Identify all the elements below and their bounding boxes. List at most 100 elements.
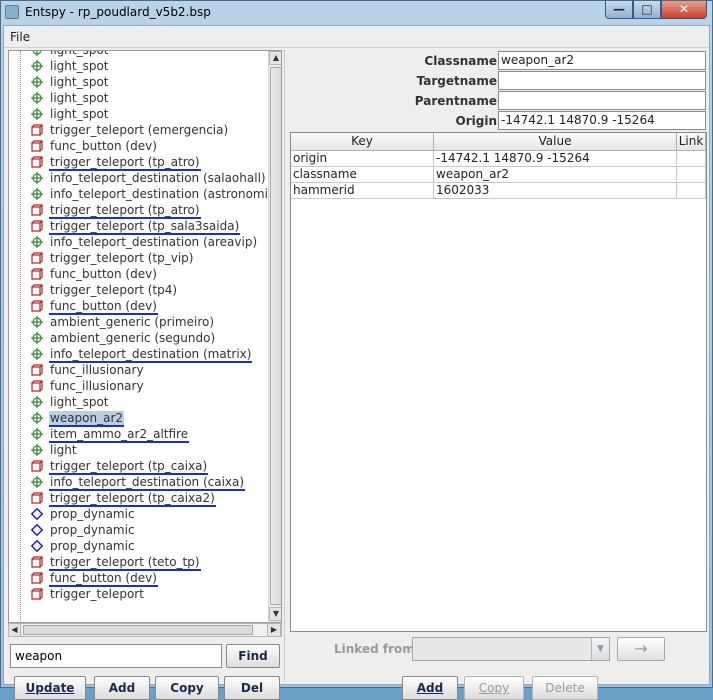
pane-splitter[interactable] xyxy=(284,50,288,682)
horizontal-scroll-thumb[interactable] xyxy=(23,625,253,635)
crosshair-icon xyxy=(31,332,43,344)
parentname-field[interactable] xyxy=(498,91,706,110)
tree-item[interactable]: weapon_ar2 xyxy=(9,410,265,427)
chevron-down-icon[interactable]: ▼ xyxy=(591,638,609,660)
tree-item-label: func_button (dev) xyxy=(49,571,158,587)
tree-item[interactable]: trigger_teleport (tp_vip) xyxy=(9,250,265,266)
scroll-left-button[interactable]: ◀ xyxy=(8,623,21,637)
tree-item[interactable]: info_teleport_destination (caixa) xyxy=(9,474,265,491)
classname-field[interactable]: weapon_ar2 xyxy=(498,51,706,70)
scroll-thumb[interactable] xyxy=(270,67,281,605)
tree-item[interactable]: func_illusionary xyxy=(9,378,265,394)
tree-item[interactable]: trigger_teleport (teto_tp) xyxy=(9,554,265,571)
tree-item[interactable]: light_spot xyxy=(9,74,265,90)
tree-item[interactable]: prop_dynamic xyxy=(9,506,265,522)
tree-item[interactable]: prop_dynamic xyxy=(9,522,265,538)
add-keyvalue-button[interactable]: Add xyxy=(402,676,458,700)
tree-item[interactable]: light_spot xyxy=(9,394,265,410)
tree-item[interactable]: trigger_teleport (emergencia) xyxy=(9,122,265,138)
targetname-field[interactable] xyxy=(498,71,706,90)
origin-field[interactable]: -14742.1 14870.9 -15264 xyxy=(498,111,706,130)
cube-icon xyxy=(31,220,43,232)
search-input[interactable] xyxy=(10,644,222,668)
tree-item[interactable]: item_ammo_ar2_altfire xyxy=(9,426,265,443)
go-to-link-button[interactable]: → xyxy=(617,637,665,661)
column-header-key[interactable]: Key xyxy=(291,133,434,151)
tree-item-label: light_spot xyxy=(50,395,109,409)
update-button[interactable]: Update xyxy=(14,676,86,700)
tree-item[interactable]: prop_dynamic xyxy=(9,538,265,554)
tree-item[interactable]: func_illusionary xyxy=(9,362,265,378)
horizontal-scrollbar[interactable]: ◀ ▶ xyxy=(8,623,282,637)
tree-item[interactable]: trigger_teleport (tp_caixa) xyxy=(9,458,265,475)
tree-item[interactable]: light xyxy=(9,442,265,458)
table-cell-value[interactable]: 1602033 xyxy=(434,183,677,199)
scroll-up-button[interactable]: ▲ xyxy=(269,51,281,65)
tree-item[interactable]: trigger_teleport (tp_caixa2) xyxy=(9,490,265,507)
tree-item-label: func_illusionary xyxy=(50,379,144,393)
tree-item[interactable]: trigger_teleport (tp_sala3saida) xyxy=(9,218,265,235)
add-entity-button[interactable]: Add xyxy=(94,676,150,700)
cube-icon xyxy=(31,492,43,504)
cube-icon xyxy=(31,300,43,312)
tree-item-label: func_button (dev) xyxy=(49,299,158,315)
tree-item[interactable]: trigger_teleport (tp_atro) xyxy=(9,202,265,219)
tree-item-label: func_illusionary xyxy=(50,363,144,377)
entity-tree[interactable]: light_spot light_spot light_spot light_spot… xyxy=(8,50,282,623)
tree-item[interactable]: light_spot xyxy=(9,90,265,106)
tree-item[interactable]: func_button (dev) xyxy=(9,298,265,315)
table-cell-value[interactable]: -14742.1 14870.9 -15264 xyxy=(434,151,677,167)
tree-item-label: trigger_teleport (tp_caixa2) xyxy=(49,491,216,507)
close-button[interactable]: ✕ xyxy=(661,1,707,19)
tree-item-label: light_spot xyxy=(50,91,109,105)
tree-item[interactable]: light_spot xyxy=(9,58,265,74)
tree-item[interactable]: info_teleport_destination (salaohall) xyxy=(9,170,266,186)
column-header-link[interactable]: Link xyxy=(677,133,706,151)
table-cell-key[interactable]: classname xyxy=(291,167,434,183)
scroll-right-button[interactable]: ▶ xyxy=(267,623,281,637)
table-cell-link[interactable] xyxy=(677,151,706,167)
parentname-label: Parentname xyxy=(414,94,497,108)
cube-icon xyxy=(31,364,43,376)
tree-item[interactable]: ambient_generic (segundo) xyxy=(9,330,265,346)
tree-item[interactable]: func_button (dev) xyxy=(9,138,265,154)
tree-item[interactable]: light_spot xyxy=(9,106,265,122)
column-header-value[interactable]: Value xyxy=(434,133,677,151)
vertical-scrollbar[interactable]: ▲ ▼ xyxy=(268,51,281,622)
tree-item[interactable]: trigger_teleport xyxy=(9,586,265,602)
title-bar[interactable]: Entspy - rp_poudlard_v5b2.bsp — □ ✕ xyxy=(1,1,712,25)
maximize-button[interactable]: □ xyxy=(633,1,661,19)
tree-item-label: info_teleport_destination (caixa) xyxy=(49,475,246,491)
entity-pane: light_spot light_spot light_spot light_spot… xyxy=(6,50,282,700)
tree-item-label: light xyxy=(50,443,77,457)
tree-item[interactable]: light_spot xyxy=(9,51,265,58)
tree-item-label: prop_dynamic xyxy=(50,507,135,521)
find-button[interactable]: Find xyxy=(226,644,280,668)
copy-keyvalue-button[interactable]: Copy xyxy=(464,676,524,700)
tree-item[interactable]: info_teleport_destination (matrix) xyxy=(9,346,265,363)
keyvalue-table[interactable]: Key Value Link origin -14742.1 14870.9 -… xyxy=(290,132,707,632)
delete-keyvalue-button[interactable]: Delete xyxy=(532,676,598,700)
tree-item[interactable]: ambient_generic (primeiro) xyxy=(9,314,265,330)
table-cell-link[interactable] xyxy=(677,167,706,183)
crosshair-icon xyxy=(31,92,43,104)
tree-item[interactable]: info_teleport_destination (areavip) xyxy=(9,234,265,250)
scroll-down-button[interactable]: ▼ xyxy=(269,607,281,621)
arrow-right-icon: → xyxy=(634,639,648,658)
table-cell-key[interactable]: hammerid xyxy=(291,183,434,199)
copy-entity-button[interactable]: Copy xyxy=(155,676,219,700)
tree-item-label: info_teleport_destination (matrix) xyxy=(49,347,253,363)
tree-item[interactable]: func_button (dev) xyxy=(9,570,265,587)
classname-label: Classname xyxy=(424,54,497,68)
tree-item[interactable]: info_teleport_destination (astronomia) xyxy=(9,186,280,202)
tree-item[interactable]: trigger_teleport (tp4) xyxy=(9,282,265,298)
menu-file[interactable]: File xyxy=(10,30,30,44)
minimize-button[interactable]: — xyxy=(605,1,633,19)
table-cell-key[interactable]: origin xyxy=(291,151,434,167)
linked-from-dropdown[interactable]: ▼ xyxy=(412,637,610,661)
tree-item[interactable]: trigger_teleport (tp_atro) xyxy=(9,154,265,171)
table-cell-value[interactable]: weapon_ar2 xyxy=(434,167,677,183)
delete-entity-button[interactable]: Del xyxy=(224,676,280,700)
table-cell-link[interactable] xyxy=(677,183,706,199)
tree-item[interactable]: func_button (dev) xyxy=(9,266,265,282)
